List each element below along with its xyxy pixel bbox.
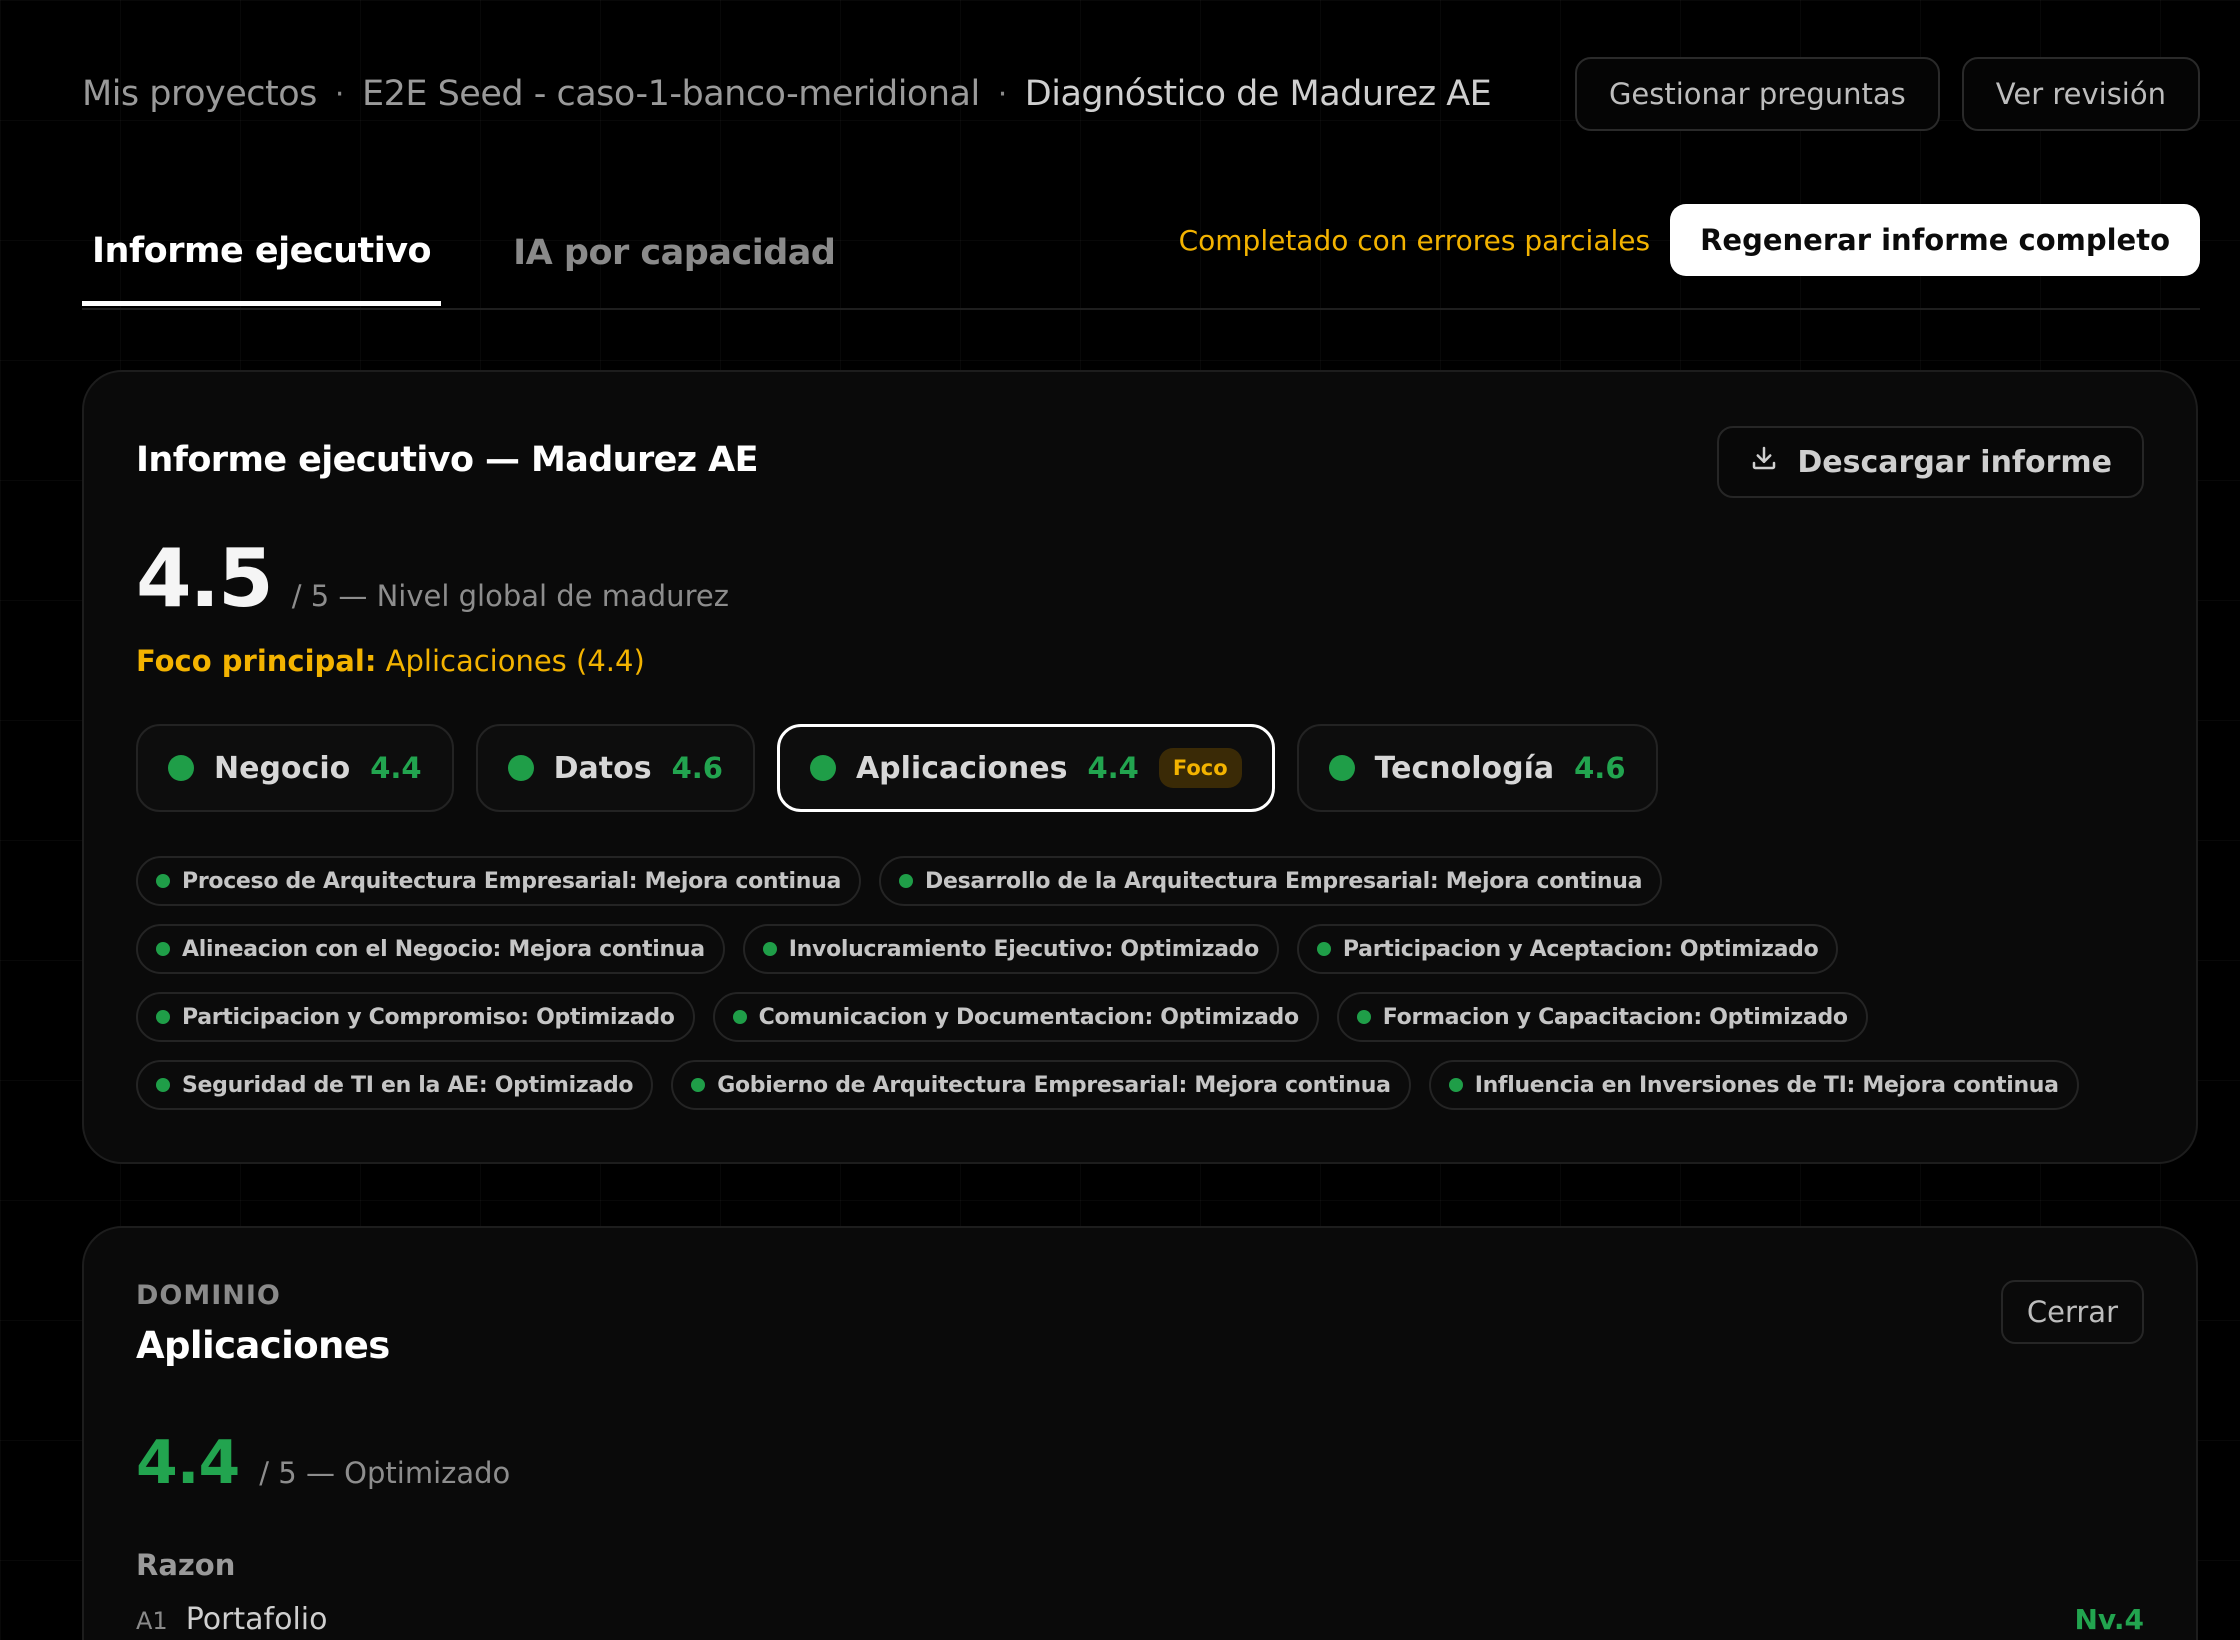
overall-score-row: 4.5 / 5 — Nivel global de madurez <box>136 532 729 625</box>
capability-chip-label: Proceso de Arquitectura Empresarial: Mej… <box>182 868 841 894</box>
header-actions: Gestionar preguntas Ver revisión <box>1574 57 2200 131</box>
reason-label: Razon <box>136 1548 236 1582</box>
capability-chip: Seguridad de TI en la AE: Optimizado <box>136 1060 654 1110</box>
capability-chip-label: Involucramiento Ejecutivo: Optimizado <box>788 936 1259 962</box>
manage-questions-button[interactable]: Gestionar preguntas <box>1574 57 1940 131</box>
status-dot-icon <box>809 755 836 781</box>
status-dot-icon <box>762 942 777 956</box>
view-review-button[interactable]: Ver revisión <box>1961 57 2200 131</box>
breadcrumb-separator: · <box>997 76 1008 112</box>
domain-chip-score: 4.4 <box>1087 751 1139 785</box>
main-focus-label: Foco principal: <box>136 644 377 678</box>
breadcrumb-separator: · <box>334 76 345 112</box>
capability-chip-label: Comunicacion y Documentacion: Optimizado <box>758 1004 1300 1030</box>
domain-title: Aplicaciones <box>136 1324 390 1367</box>
status-dot-icon <box>156 1010 170 1024</box>
domain-score: 4.4 <box>136 1428 240 1498</box>
breadcrumb: Mis proyectos · E2E Seed - caso-1-banco-… <box>82 74 1492 114</box>
status-dot-icon <box>156 1078 170 1092</box>
domain-chip-score: 4.6 <box>1574 751 1626 785</box>
domain-item-code: A1 <box>136 1607 168 1635</box>
status-dot-icon <box>168 755 194 781</box>
capability-chip-label: Desarrollo de la Arquitectura Empresaria… <box>925 868 1643 894</box>
domain-item-name: Portafolio <box>185 1602 328 1637</box>
domain-detail-card: DOMINIO Aplicaciones Cerrar 4.4 / 5 — Op… <box>82 1226 2198 1640</box>
capability-chip: Gobierno de Arquitectura Empresarial: Me… <box>671 1060 1411 1110</box>
status-dot-icon <box>732 1010 747 1024</box>
regenerate-report-button[interactable]: Regenerar informe completo <box>1670 204 2200 276</box>
capability-chip-label: Gobierno de Arquitectura Empresarial: Me… <box>717 1072 1391 1098</box>
domain-chip-label: Datos <box>553 750 652 786</box>
status-dot-icon <box>156 942 170 956</box>
capability-chip: Participacion y Compromiso: Optimizado <box>136 992 695 1042</box>
domain-chip-label: Negocio <box>214 750 351 786</box>
domain-chip-score: 4.6 <box>671 751 723 785</box>
download-icon <box>1749 443 1779 481</box>
main-focus-value: Aplicaciones (4.4) <box>385 644 645 678</box>
capability-chip: Alineacion con el Negocio: Mejora contin… <box>136 924 725 974</box>
status-dot-icon <box>1448 1078 1463 1092</box>
breadcrumb-project[interactable]: E2E Seed - caso-1-banco-meridional <box>362 74 980 114</box>
breadcrumb-current: Diagnóstico de Madurez AE <box>1024 74 1492 114</box>
download-report-button[interactable]: Descargar informe <box>1717 426 2144 498</box>
capability-chip: Proceso de Arquitectura Empresarial: Mej… <box>136 856 861 906</box>
capability-chip-label: Alineacion con el Negocio: Mejora contin… <box>182 936 705 962</box>
capability-chip-label: Influencia en Inversiones de TI: Mejora … <box>1474 1072 2059 1098</box>
domain-score-row: 4.4 / 5 — Optimizado <box>136 1428 510 1498</box>
executive-report-card: Informe ejecutivo — Madurez AE Descargar… <box>82 370 2198 1164</box>
generation-controls: Completado con errores parciales Regener… <box>1179 204 2200 276</box>
overall-score-subtitle: / 5 — Nivel global de madurez <box>291 579 729 613</box>
overall-score: 4.5 <box>136 532 274 625</box>
domain-chip-negocio[interactable]: Negocio 4.4 <box>136 724 454 812</box>
status-dot-icon <box>1328 755 1355 781</box>
domain-chip-label: Tecnología <box>1374 750 1555 786</box>
domain-chip-label: Aplicaciones <box>855 750 1068 786</box>
download-report-label: Descargar informe <box>1797 444 2112 480</box>
status-dot-icon <box>691 1078 706 1092</box>
capability-chip: Comunicacion y Documentacion: Optimizado <box>712 992 1319 1042</box>
tab-executive-report[interactable]: Informe ejecutivo <box>82 200 442 306</box>
domain-score-subtitle: / 5 — Optimizado <box>259 1456 511 1490</box>
domain-eyebrow: DOMINIO <box>136 1280 281 1311</box>
status-dot-icon <box>899 874 913 888</box>
capability-chip: Desarrollo de la Arquitectura Empresaria… <box>879 856 1663 906</box>
tab-ai-by-capability[interactable]: IA por capacidad <box>503 200 845 306</box>
capability-chip: Participacion y Aceptacion: Optimizado <box>1296 924 1839 974</box>
generation-status: Completado con errores parciales <box>1178 223 1651 257</box>
tabs-row: Informe ejecutivo IA por capacidad Compl… <box>82 200 2200 310</box>
domain-chip-list: Negocio 4.4 Datos 4.6 Aplicaciones 4.4 F… <box>136 724 1658 812</box>
report-title: Informe ejecutivo — Madurez AE <box>136 440 759 480</box>
domain-chip-datos[interactable]: Datos 4.6 <box>475 724 755 812</box>
status-dot-icon <box>1356 1010 1371 1024</box>
capability-chip-label: Participacion y Aceptacion: Optimizado <box>1342 936 1819 962</box>
domain-item-info: A1 Portafolio <box>136 1602 327 1637</box>
focus-badge: Foco <box>1158 748 1242 788</box>
capability-chip-label: Participacion y Compromiso: Optimizado <box>182 1004 675 1030</box>
domain-chip-score: 4.4 <box>370 751 422 785</box>
capability-chip-label: Seguridad de TI en la AE: Optimizado <box>182 1072 634 1098</box>
breadcrumb-projects[interactable]: Mis proyectos <box>82 74 317 114</box>
main-focus: Foco principal: Aplicaciones (4.4) <box>136 644 645 678</box>
capability-chip: Formacion y Capacitacion: Optimizado <box>1336 992 1868 1042</box>
domain-item-level: Nv.4 <box>2074 1603 2144 1636</box>
capability-chip-label: Formacion y Capacitacion: Optimizado <box>1382 1004 1848 1030</box>
capability-chip: Influencia en Inversiones de TI: Mejora … <box>1428 1060 2079 1110</box>
status-dot-icon <box>156 874 170 888</box>
capability-chip: Involucramiento Ejecutivo: Optimizado <box>742 924 1279 974</box>
domain-chip-tecnologia[interactable]: Tecnología 4.6 <box>1296 724 1658 812</box>
status-dot-icon <box>1316 942 1331 956</box>
domain-chip-aplicaciones[interactable]: Aplicaciones 4.4 Foco <box>776 724 1275 812</box>
close-domain-button[interactable]: Cerrar <box>2000 1280 2144 1344</box>
tab-list: Informe ejecutivo IA por capacidad <box>82 200 907 308</box>
capability-chip-list: Proceso de Arquitectura Empresarial: Mej… <box>136 856 2156 1110</box>
status-dot-icon <box>507 755 534 781</box>
domain-item-row: A1 Portafolio Nv.4 <box>136 1602 2144 1637</box>
top-bar: Mis proyectos · E2E Seed - caso-1-banco-… <box>82 56 2200 132</box>
